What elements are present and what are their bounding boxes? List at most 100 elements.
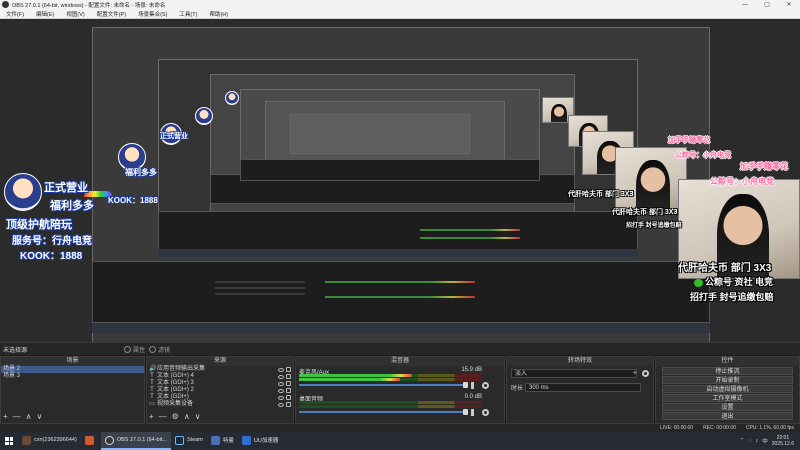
volume-meter (299, 401, 482, 404)
promo-right-line-3: 招打手 封号追缴包赔 (690, 292, 774, 302)
volume-icon[interactable]: ♪ (755, 438, 758, 444)
tray-chevron-icon[interactable]: ⌃ (740, 438, 745, 444)
taskbar-item-steam[interactable]: Steam (171, 432, 207, 450)
gear-icon[interactable] (482, 409, 489, 416)
sources-dock-title: 来源 (147, 357, 293, 366)
speaker-icon[interactable] (471, 409, 478, 416)
controls-dock-title: 控件 (656, 357, 799, 366)
nested-dock-area (158, 211, 638, 251)
studio-mode-button[interactable]: 工作室模式 (662, 394, 793, 402)
promo-right-nested: 代肝哈夫币 部门 3X3 (612, 209, 678, 216)
live-timer: LIVE: 00:00:00 (660, 425, 694, 431)
move-source-down-button[interactable]: ∨ (195, 413, 201, 421)
visibility-eye-icon[interactable] (278, 395, 284, 400)
start-recording-button[interactable]: 开始录制 (662, 376, 793, 384)
network-icon[interactable]: ◌ (748, 438, 751, 444)
lock-icon[interactable] (286, 388, 291, 393)
uu-accelerator-icon (241, 435, 251, 445)
move-scene-up-button[interactable]: ∧ (26, 413, 32, 421)
add-transition-button[interactable]: + (633, 370, 637, 377)
cpu-fps: CPU: 1.1%, 60.00 fps (745, 425, 794, 431)
text-icon: T (150, 394, 154, 400)
lock-icon[interactable] (286, 381, 291, 386)
source-settings-button[interactable]: ⚙ (172, 413, 179, 421)
menu-tools[interactable]: 工具(T) (173, 10, 203, 18)
menu-scene-collection[interactable]: 场景集合(S) (132, 10, 173, 18)
exit-button[interactable]: 退出 (662, 412, 793, 420)
visibility-eye-icon[interactable] (278, 374, 284, 379)
properties-button[interactable]: 属性 (124, 345, 145, 354)
promo-text-nested: 福利多多 (125, 168, 157, 177)
lock-icon[interactable] (286, 367, 291, 372)
source-item[interactable]: ▭ 视频采集设备 (147, 401, 293, 408)
move-source-up-button[interactable]: ∧ (184, 413, 190, 421)
move-scene-down-button[interactable]: ∨ (37, 413, 43, 421)
visibility-eye-icon[interactable] (278, 367, 284, 372)
promo-text-nested: 正式营业 (160, 133, 188, 140)
scene-item[interactable]: 场景 2 (1, 366, 144, 373)
scene-item[interactable]: 场景 3 (1, 373, 144, 380)
gear-icon[interactable] (642, 370, 649, 377)
menu-help[interactable]: 帮助(H) (203, 10, 234, 18)
system-tray: ⌃ ◌ ♪ 中 22:01 2025.12.6 (740, 435, 800, 447)
promo-right-line-2: 公粽号 资社 电竞 (694, 275, 773, 288)
source-item[interactable]: T 文本 (GDI+) 4 (147, 373, 293, 380)
promo-right-line-2-text: 公粽号 资社 电竞 (705, 277, 774, 287)
meter-level (299, 374, 413, 377)
taskbar-item-label: 特曼 (222, 438, 234, 444)
filters-button[interactable]: 滤镜 (149, 345, 170, 354)
add-scene-button[interactable]: + (3, 413, 8, 421)
nested-meter (420, 229, 520, 231)
visibility-eye-icon[interactable] (278, 388, 284, 393)
taskbar-item-teman[interactable]: 特曼 (207, 432, 238, 450)
remove-source-button[interactable]: — (159, 413, 167, 421)
transitions-dock: 转场特效 淡入 + 时长 300 ms (506, 356, 654, 424)
source-item[interactable]: T 文本 (GDI+) 3 (147, 380, 293, 387)
transition-select[interactable]: 淡入 (511, 369, 637, 378)
remove-scene-button[interactable]: — (13, 413, 21, 421)
start-button[interactable] (0, 432, 18, 450)
visibility-eye-icon[interactable] (278, 381, 284, 386)
menu-edit[interactable]: 编辑(E) (30, 10, 60, 18)
preview-canvas[interactable]: 正式营业 福利多多 KOOK：1888 正式营业 福利多多 顶级护航陪玩 服务号… (0, 19, 800, 342)
gear-icon (124, 345, 131, 353)
nested-meter (325, 296, 475, 298)
duration-row: 时长 300 ms (511, 383, 649, 392)
input-method[interactable]: 中 (762, 437, 768, 445)
settings-button[interactable]: 设置 (662, 403, 793, 411)
taskbar-item-app[interactable] (81, 432, 101, 450)
slider-handle[interactable] (463, 409, 468, 415)
mixer-track-mic: 麦克风/Aux 15.9 dB (296, 366, 504, 393)
add-source-button[interactable]: + (149, 413, 154, 421)
volume-slider[interactable] (299, 382, 468, 388)
taskbar-item-label: cxn(2362396644) (34, 437, 77, 443)
taskbar-item-qq[interactable]: cxn(2362396644) (18, 432, 81, 450)
menu-view[interactable]: 视图(V) (60, 10, 90, 18)
lock-icon[interactable] (286, 374, 291, 379)
controls-dock: 控件 停止推流 开始录制 启动虚拟摄像机 工作室模式 设置 退出 (655, 356, 800, 424)
source-item[interactable]: 🔊 应用音频输出采集 (147, 366, 293, 373)
menu-profile[interactable]: 配置文件(P) (91, 10, 132, 18)
taskbar-item-uu[interactable]: UU加速器 (238, 432, 282, 450)
gear-icon[interactable] (482, 382, 489, 389)
clock[interactable]: 22:01 2025.12.6 (772, 435, 794, 447)
source-item[interactable]: T 文本 (GDI+) (147, 394, 293, 401)
menu-file[interactable]: 文件(F) (0, 10, 30, 18)
start-virtual-camera-button[interactable]: 启动虚拟摄像机 (662, 385, 793, 393)
duration-input[interactable]: 300 ms (525, 383, 641, 392)
minimize-button[interactable]: — (734, 2, 756, 8)
speaker-icon[interactable] (471, 382, 478, 389)
lock-icon[interactable] (286, 395, 291, 400)
source-item[interactable]: T 文本 (GDI+) 2 (147, 387, 293, 394)
maximize-button[interactable]: ▢ (756, 1, 778, 8)
source-name: 视频采集设备 (157, 401, 194, 407)
volume-slider[interactable] (299, 409, 468, 415)
slider-handle[interactable] (463, 382, 468, 388)
close-button[interactable]: ✕ (778, 1, 800, 8)
taskbar-item-obs[interactable]: OBS 27.0.1 (64-bit... (100, 432, 171, 450)
lock-icon[interactable] (286, 402, 291, 407)
visibility-eye-icon[interactable] (278, 402, 284, 407)
stop-streaming-button[interactable]: 停止推流 (662, 367, 793, 375)
taskbar-item-label: Steam (186, 437, 203, 443)
taskbar-item-label: UU加速器 (253, 438, 279, 444)
